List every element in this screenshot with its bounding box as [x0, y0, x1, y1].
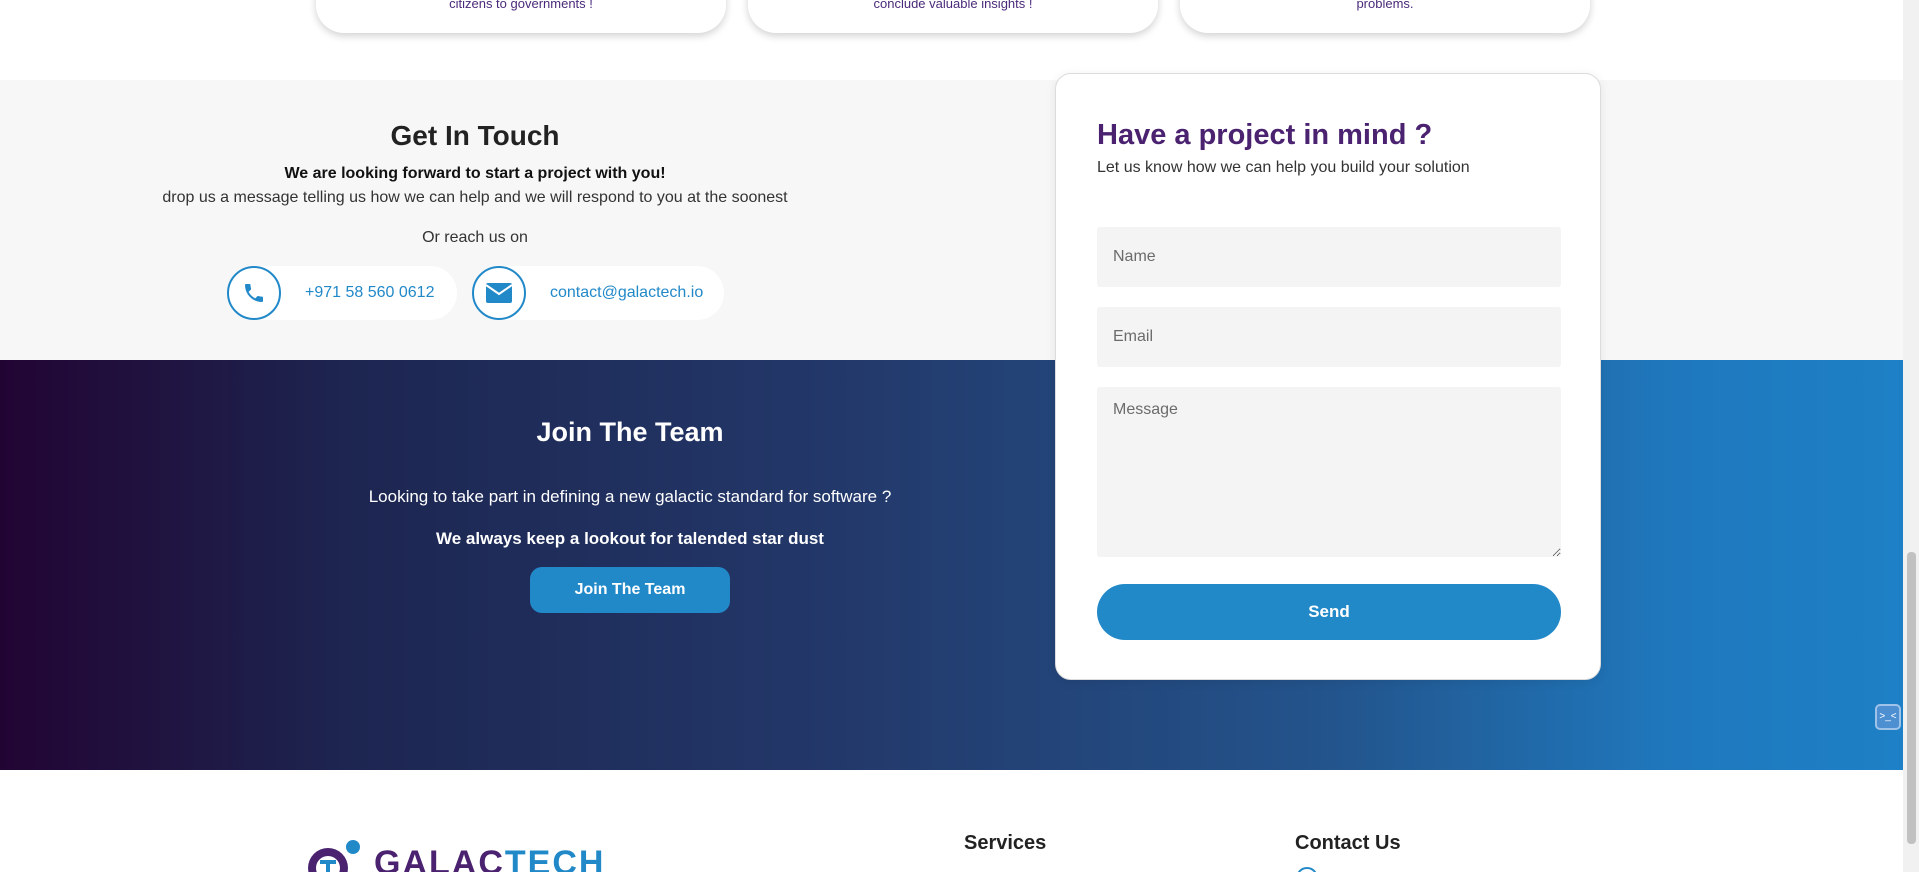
- feature-card-text: problems.: [1356, 0, 1414, 11]
- chat-widget-icon[interactable]: >_<: [1875, 704, 1901, 730]
- phone-icon: [227, 266, 281, 320]
- email-contact[interactable]: contact@galactech.io: [472, 266, 724, 320]
- location-icon: [1296, 867, 1318, 872]
- form-subtitle: Let us know how we can help you build yo…: [1097, 159, 1470, 176]
- feature-card: problems.: [1180, 0, 1590, 33]
- feature-card-text: conclude valuable insights !: [873, 0, 1033, 11]
- join-team-button[interactable]: Join The Team: [530, 567, 730, 613]
- logo-mark-icon: [308, 840, 360, 872]
- form-title: Have a project in mind ?: [1097, 119, 1433, 151]
- phone-contact[interactable]: +971 58 560 0612: [227, 266, 457, 320]
- galactech-logo[interactable]: GALACTECH: [306, 838, 605, 872]
- footer-services-heading: Services: [964, 832, 1047, 854]
- site-footer: GALACTECH Services Contact Us: [0, 770, 1903, 872]
- phone-number[interactable]: +971 58 560 0612: [305, 284, 434, 302]
- features-cards-strip: citizens to governments ! conclude valua…: [0, 0, 1903, 80]
- email-input[interactable]: [1097, 307, 1561, 367]
- email-address[interactable]: contact@galactech.io: [550, 284, 703, 302]
- feature-card-text: citizens to governments !: [449, 0, 593, 11]
- get-in-touch-description: drop us a message telling us how we can …: [162, 189, 788, 206]
- join-team-section: Join The Team Looking to take part in de…: [0, 360, 1903, 770]
- project-form-card: Have a project in mind ? Let us know how…: [1055, 73, 1601, 680]
- send-button[interactable]: Send: [1097, 584, 1561, 640]
- message-textarea[interactable]: [1097, 387, 1561, 557]
- get-in-touch-section: Get In Touch We are looking forward to s…: [0, 80, 1903, 360]
- footer-contact-heading: Contact Us: [1295, 832, 1401, 854]
- reach-us-label: Or reach us on: [422, 229, 528, 246]
- envelope-icon: [472, 266, 526, 320]
- page-scrollbar[interactable]: [1903, 0, 1919, 872]
- scrollbar-thumb[interactable]: [1907, 552, 1916, 844]
- get-in-touch-tagline: We are looking forward to start a projec…: [284, 165, 666, 182]
- logo-text-part1: GALAC: [374, 844, 505, 872]
- name-input[interactable]: [1097, 227, 1561, 287]
- get-in-touch-title: Get In Touch: [390, 120, 560, 151]
- logo-text-part2: TECH: [504, 844, 606, 872]
- feature-card: citizens to governments !: [316, 0, 726, 33]
- feature-card: conclude valuable insights !: [748, 0, 1158, 33]
